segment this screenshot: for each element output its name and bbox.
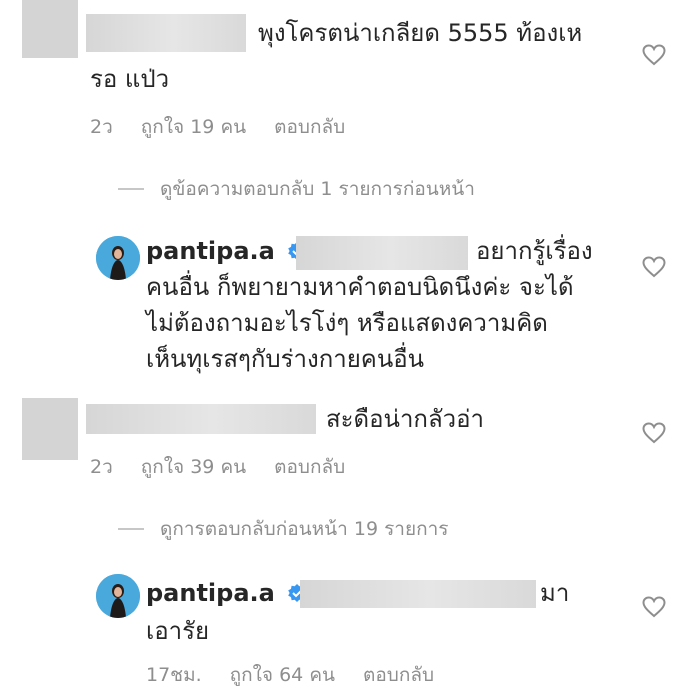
- avatar[interactable]: [96, 236, 140, 280]
- comment-text: พุงโครตน่าเกลียด 5555 ท้องเห: [258, 19, 583, 47]
- comment-time: 17ชม.: [146, 664, 202, 686]
- divider: [118, 188, 144, 190]
- comment-meta: 17ชม. ถูกใจ 64 คน ตอบกลับ: [146, 660, 434, 690]
- redacted-username: [86, 404, 316, 434]
- comment-text: มา: [540, 579, 570, 607]
- comment-meta: 2ว ถูกใจ 19 คน ตอบกลับ: [90, 112, 345, 142]
- comment-meta: 2ว ถูกใจ 39 คน ตอบกลับ: [90, 452, 345, 482]
- comment-text: อยากรู้เรื่อง: [476, 237, 593, 265]
- comment-time: 2ว: [90, 456, 113, 478]
- reply-button[interactable]: ตอบกลับ: [274, 452, 345, 482]
- reply-button[interactable]: ตอบกลับ: [363, 660, 434, 690]
- heart-icon[interactable]: [642, 256, 666, 278]
- avatar-image: [96, 236, 140, 280]
- comment-text: สะดือน่ากลัวอ่า: [326, 405, 485, 433]
- view-replies-label: ดูข้อความตอบกลับ 1 รายการก่อนหน้า: [160, 178, 475, 200]
- heart-icon[interactable]: [642, 44, 666, 66]
- avatar[interactable]: [96, 574, 140, 618]
- comment-text: เห็นทุเรสๆกับร่างกายคนอื่น: [146, 345, 425, 373]
- divider: [118, 528, 144, 530]
- likes-count[interactable]: ถูกใจ 64 คน: [230, 660, 335, 690]
- avatar[interactable]: [22, 0, 78, 58]
- view-replies-button[interactable]: ดูการตอบกลับก่อนหน้า 19 รายการ: [118, 514, 448, 544]
- redacted-mention: [300, 580, 536, 608]
- reply-header: pantipa.a: [146, 576, 311, 610]
- likes-count[interactable]: ถูกใจ 39 คน: [141, 452, 246, 482]
- avatar[interactable]: [22, 398, 78, 460]
- heart-icon[interactable]: [642, 596, 666, 618]
- comment-text: คนอื่น ก็พยายามหาคำตอบนิดนึงค่ะ จะได้: [146, 273, 574, 301]
- heart-icon[interactable]: [642, 422, 666, 444]
- username[interactable]: pantipa.a: [146, 237, 275, 265]
- comment-text: ไม่ต้องถามอะไรโง่ๆ หรือแสดงความคิด: [146, 309, 548, 337]
- view-replies-button[interactable]: ดูข้อความตอบกลับ 1 รายการก่อนหน้า: [118, 174, 475, 204]
- reply-header: pantipa.a: [146, 234, 311, 268]
- username[interactable]: pantipa.a: [146, 579, 275, 607]
- avatar-image: [96, 574, 140, 618]
- view-replies-label: ดูการตอบกลับก่อนหน้า 19 รายการ: [160, 518, 449, 540]
- comment-text: รอ แป่ว: [90, 65, 170, 93]
- comment-text: เอารัย: [146, 617, 210, 645]
- likes-count[interactable]: ถูกใจ 19 คน: [141, 112, 246, 142]
- reply-button[interactable]: ตอบกลับ: [274, 112, 345, 142]
- comment-time: 2ว: [90, 116, 113, 138]
- redacted-mention: [296, 236, 468, 270]
- redacted-username: [86, 14, 246, 52]
